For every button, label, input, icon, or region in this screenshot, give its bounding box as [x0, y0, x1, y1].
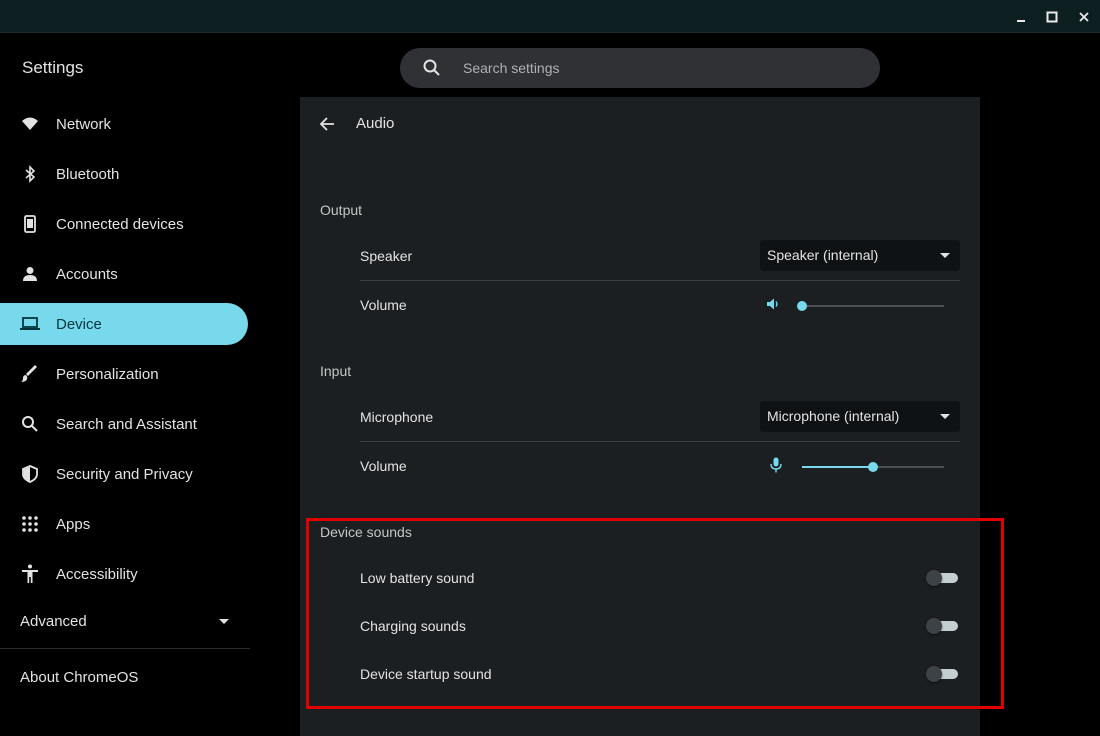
page-title: Audio [356, 115, 395, 132]
row-divider [360, 441, 960, 442]
laptop-icon [20, 314, 40, 334]
output-volume-knob[interactable] [797, 301, 807, 311]
app-title: Settings [22, 58, 84, 77]
sidebar-item-label: Device [56, 315, 102, 333]
section-heading-input: Input [320, 363, 352, 379]
maximize-icon[interactable] [1041, 6, 1063, 28]
sidebar-divider [0, 648, 250, 649]
input-volume-fill [802, 466, 873, 468]
speaker-label: Speaker [360, 248, 413, 264]
sidebar-item-label: Bluetooth [56, 165, 120, 183]
search-placeholder: Search settings [463, 60, 560, 76]
sidebar-item-label: Apps [56, 515, 91, 533]
shield-icon [20, 464, 40, 484]
speaker-volume-icon[interactable] [766, 297, 780, 316]
microphone-icon[interactable] [770, 457, 782, 478]
back-arrow-icon[interactable] [317, 114, 337, 139]
sidebar-item-device[interactable]: Device [0, 303, 248, 345]
wifi-icon [20, 114, 40, 134]
window-titlebar [0, 0, 1100, 33]
input-volume-knob[interactable] [868, 462, 878, 472]
sidebar-advanced[interactable]: Advanced [20, 613, 87, 630]
chevron-down-icon[interactable] [219, 619, 229, 624]
row-divider [360, 280, 960, 281]
search-icon [20, 414, 40, 434]
sidebar-item-label: Personalization [56, 365, 159, 383]
sidebar-item-apps[interactable]: Apps [0, 499, 248, 549]
sidebar-item-about[interactable]: About ChromeOS [20, 669, 138, 686]
sidebar-item-label: Accessibility [56, 565, 138, 583]
speaker-select[interactable]: Speaker (internal) [760, 240, 960, 271]
highlight-box [306, 518, 1004, 709]
sidebar-item-security-and-privacy[interactable]: Security and Privacy [0, 449, 248, 499]
microphone-select[interactable]: Microphone (internal) [760, 401, 960, 432]
search-input[interactable]: Search settings [400, 48, 880, 88]
sidebar-item-network[interactable]: Network [0, 99, 248, 149]
sidebar-item-accounts[interactable]: Accounts [0, 249, 248, 299]
output-volume-slider[interactable] [797, 301, 944, 311]
close-icon[interactable] [1073, 6, 1095, 28]
sidebar-item-label: Accounts [56, 265, 118, 283]
speaker-select-value: Speaker (internal) [767, 247, 879, 263]
sidebar-item-search-and-assistant[interactable]: Search and Assistant [0, 399, 248, 449]
accessibility-icon [20, 564, 40, 584]
sidebar-item-accessibility[interactable]: Accessibility [0, 549, 248, 599]
apps-grid-icon [20, 514, 40, 534]
sidebar-item-label: Network [56, 115, 112, 133]
minimize-icon[interactable] [1010, 6, 1032, 28]
sidebar-item-bluetooth[interactable]: Bluetooth [0, 149, 248, 199]
dropdown-arrow-icon [940, 253, 950, 258]
input-volume-label: Volume [360, 458, 407, 474]
section-heading-output: Output [320, 202, 363, 218]
search-icon [422, 58, 442, 83]
sidebar-item-personalization[interactable]: Personalization [0, 349, 248, 399]
microphone-select-value: Microphone (internal) [767, 408, 900, 424]
input-volume-slider[interactable] [802, 462, 944, 472]
output-volume-label: Volume [360, 297, 407, 313]
brush-icon [20, 364, 40, 384]
microphone-label: Microphone [360, 409, 434, 425]
sidebar-item-label: Connected devices [56, 215, 184, 233]
sidebar-item-label: Search and Assistant [56, 415, 197, 433]
sidebar-nav: Network Bluetooth Connected devices Acco… [0, 99, 250, 599]
bluetooth-icon [20, 164, 40, 184]
sidebar-item-label: Security and Privacy [56, 465, 193, 483]
person-icon [20, 264, 40, 284]
phone-icon [20, 214, 40, 234]
dropdown-arrow-icon [940, 414, 950, 419]
sidebar-item-connected-devices[interactable]: Connected devices [0, 199, 248, 249]
